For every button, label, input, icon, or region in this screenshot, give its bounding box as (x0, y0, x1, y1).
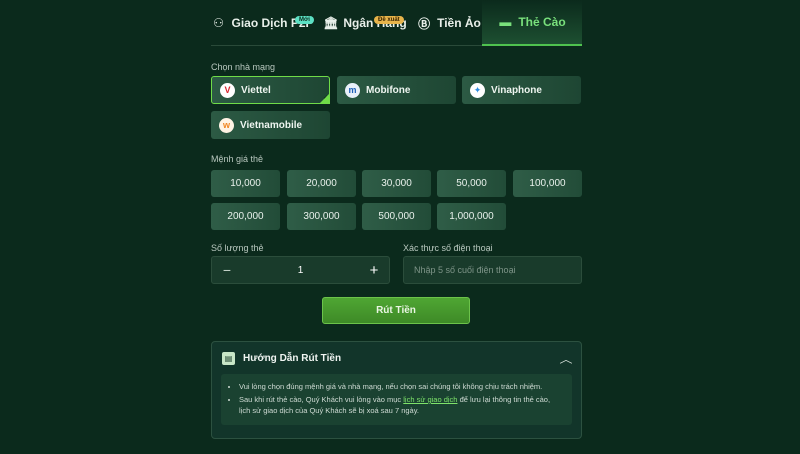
denomination-30000[interactable]: 30,000 (362, 170, 431, 197)
selected-check-icon (319, 93, 330, 104)
vinaphone-logo-icon: ✦ (470, 82, 485, 98)
tab-scratch-card[interactable]: ▬ Thẻ Cào (482, 0, 582, 46)
guide-body: Vui lòng chọn đúng mệnh giá và nhà mạng,… (221, 374, 572, 425)
denomination-50000[interactable]: 50,000 (437, 170, 506, 197)
exchange-icon: ⚇ (213, 16, 224, 30)
tab-label: Thẻ Cào (518, 15, 566, 29)
bank-icon: 🏛 (323, 16, 339, 30)
denomination-10000[interactable]: 10,000 (211, 170, 280, 197)
phone-verify-label: Xác thực số điện thoại (403, 243, 493, 253)
withdraw-button[interactable]: Rút Tiền (322, 297, 470, 324)
denomination-20000[interactable]: 20,000 (287, 170, 356, 197)
guide-text: Sau khi rút thẻ cào, Quý Khách vui lòng … (239, 395, 404, 404)
tab-bar: ⚇ Giao Dịch P2P Mới 🏛 Ngân Hàng Đề xuất … (211, 0, 582, 46)
denomination-1000000[interactable]: 1,000,000 (437, 203, 506, 230)
viettel-logo-icon: V (220, 82, 235, 98)
denomination-300000[interactable]: 300,000 (287, 203, 356, 230)
crypto-icon: Ⓑ (418, 16, 431, 31)
guide-item: Sau khi rút thẻ cào, Quý Khách vui lòng … (239, 394, 562, 416)
book-icon: ▤ (222, 351, 235, 365)
carrier-label: Chọn nhà mạng (211, 62, 276, 72)
denomination-200000[interactable]: 200,000 (211, 203, 280, 230)
new-badge: Mới (295, 16, 314, 24)
guide-header[interactable]: ▤ Hướng Dẫn Rút Tiền ︿ (212, 342, 581, 374)
guide-item: Vui lòng chọn đúng mệnh giá và nhà mạng,… (239, 381, 562, 392)
carrier-name: Vinaphone (491, 84, 542, 96)
carrier-name: Vietnamobile (240, 119, 303, 131)
phone-last-digits-input[interactable] (403, 256, 582, 284)
carrier-name: Mobifone (366, 84, 411, 96)
denomination-label: Mệnh giá thẻ (211, 154, 264, 164)
quantity-label: Số lượng thẻ (211, 243, 264, 253)
tab-p2p[interactable]: ⚇ Giao Dịch P2P Mới (211, 0, 314, 46)
tab-label: Tiền Ảo (437, 16, 481, 30)
decrement-button[interactable]: − (212, 262, 242, 278)
transaction-history-link[interactable]: lịch sử giao dịch (403, 395, 457, 404)
withdraw-guide-panel: ▤ Hướng Dẫn Rút Tiền ︿ Vui lòng chọn đún… (211, 341, 582, 439)
quantity-stepper: − 1 + (211, 256, 390, 284)
chevron-up-icon[interactable]: ︿ (560, 351, 573, 366)
vietnamobile-logo-icon: w (219, 117, 234, 133)
carrier-mobifone[interactable]: m Mobifone (337, 76, 456, 104)
tab-crypto[interactable]: Ⓑ Tiền Ảo (416, 0, 482, 46)
card-icon: ▬ (499, 15, 512, 29)
guide-title: Hướng Dẫn Rút Tiền (243, 352, 342, 364)
carrier-viettel[interactable]: V Viettel (211, 76, 330, 104)
mobifone-logo-icon: m (345, 82, 360, 98)
quantity-value: 1 (297, 264, 304, 276)
tab-bank[interactable]: 🏛 Ngân Hàng Đề xuất (314, 0, 416, 46)
carrier-vietnamobile[interactable]: w Vietnamobile (211, 111, 330, 139)
carrier-vinaphone[interactable]: ✦ Vinaphone (462, 76, 581, 104)
recommended-badge: Đề xuất (374, 16, 404, 24)
increment-button[interactable]: + (359, 262, 389, 279)
carrier-name: Viettel (241, 84, 271, 96)
denomination-500000[interactable]: 500,000 (362, 203, 431, 230)
denomination-100000[interactable]: 100,000 (513, 170, 582, 197)
